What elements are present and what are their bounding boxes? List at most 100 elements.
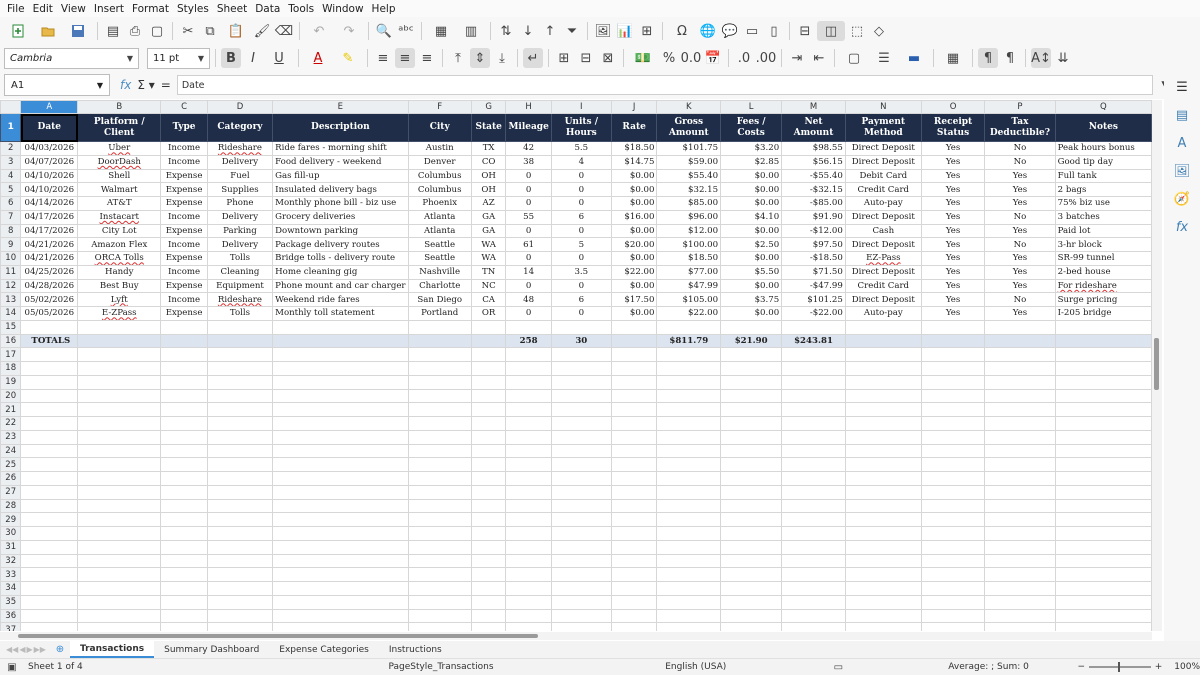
table-cell[interactable]	[610, 471, 658, 486]
table-cell[interactable]: Yes	[984, 251, 1056, 266]
table-cell[interactable]	[77, 567, 162, 582]
table-cell[interactable]	[206, 553, 274, 569]
table-cell[interactable]	[160, 581, 208, 596]
table-cell[interactable]	[505, 608, 552, 624]
table-cell[interactable]: Delivery	[206, 209, 274, 225]
table-cell[interactable]	[984, 374, 1056, 390]
table-cell[interactable]: Yes	[920, 251, 986, 266]
table-cell[interactable]	[550, 526, 612, 541]
table-cell[interactable]	[920, 471, 986, 486]
sheet-tab[interactable]: Summary Dashboard	[154, 641, 269, 658]
table-cell[interactable]: 05/05/2026	[20, 306, 79, 321]
table-cell[interactable]: TX	[470, 141, 507, 156]
table-cell[interactable]	[407, 553, 472, 569]
table-cell[interactable]	[77, 608, 162, 624]
table-cell[interactable]	[781, 622, 846, 631]
table-cell[interactable]	[610, 498, 658, 514]
table-cell[interactable]: $2.50	[720, 237, 783, 252]
table-cell[interactable]	[20, 388, 79, 404]
table-cell[interactable]	[160, 319, 208, 335]
table-cell[interactable]	[781, 347, 846, 362]
totals-cell[interactable]	[920, 333, 986, 349]
gallery-icon[interactable]: 🖼	[1172, 161, 1192, 181]
header-cell[interactable]: Units / Hours	[550, 113, 612, 142]
merge-cells-icon[interactable]: ⊟	[576, 48, 596, 68]
table-cell[interactable]: 04/07/2026	[20, 154, 79, 170]
table-cell[interactable]	[206, 594, 274, 610]
table-cell[interactable]: Bridge tolls - delivery route	[272, 251, 409, 266]
table-cell[interactable]	[272, 567, 409, 582]
table-cell[interactable]: $0.00	[720, 196, 783, 211]
align-left-icon[interactable]: ≡	[373, 48, 393, 68]
header-cell[interactable]: Category	[206, 113, 274, 142]
zoom-level[interactable]: 100%	[1174, 662, 1200, 672]
table-cell[interactable]	[720, 567, 783, 582]
table-cell[interactable]	[77, 388, 162, 404]
table-cell[interactable]: Yes	[920, 306, 986, 321]
header-cell[interactable]: State	[470, 113, 507, 142]
table-cell[interactable]: AZ	[470, 196, 507, 211]
autofilter-icon[interactable]: ⏷	[562, 21, 582, 41]
table-cell[interactable]	[844, 539, 922, 555]
table-cell[interactable]: DoorDash	[77, 154, 162, 170]
sheet-tab[interactable]: Instructions	[379, 641, 452, 658]
header-cell[interactable]: City	[407, 113, 472, 142]
table-cell[interactable]	[470, 429, 507, 445]
table-cell[interactable]	[407, 594, 472, 610]
table-cell[interactable]	[206, 416, 274, 431]
table-cell[interactable]	[160, 471, 208, 486]
table-cell[interactable]	[160, 443, 208, 459]
zoom-slider[interactable]	[1089, 662, 1151, 672]
table-cell[interactable]	[550, 594, 612, 610]
row-header[interactable]: 26	[0, 471, 22, 486]
table-cell[interactable]	[781, 608, 846, 624]
table-cell[interactable]	[77, 553, 162, 569]
merge-center-icon[interactable]: ⊞	[554, 48, 574, 68]
table-cell[interactable]: Delivery	[206, 237, 274, 252]
table-cell[interactable]: 0	[550, 196, 612, 211]
formula-input[interactable]: Date	[176, 75, 1153, 95]
currency-format-icon[interactable]: 💵	[629, 48, 657, 68]
paste-icon[interactable]: 📋	[222, 21, 250, 41]
table-cell[interactable]	[272, 319, 409, 335]
row-header[interactable]: 9	[0, 237, 22, 252]
table-cell[interactable]	[984, 388, 1056, 404]
table-cell[interactable]	[550, 319, 612, 335]
cut-icon[interactable]: ✂	[178, 21, 198, 41]
column-header-c[interactable]: C	[160, 100, 208, 114]
freeze-rows-columns-icon[interactable]: ⊟	[795, 21, 815, 41]
table-cell[interactable]	[20, 608, 79, 624]
table-cell[interactable]	[505, 457, 552, 472]
table-cell[interactable]: Direct Deposit	[844, 141, 922, 156]
table-cell[interactable]	[844, 429, 922, 445]
table-cell[interactable]	[470, 374, 507, 390]
select-all-corner[interactable]	[0, 100, 22, 114]
table-cell[interactable]	[505, 347, 552, 362]
split-window-icon[interactable]: ◫	[817, 21, 845, 41]
table-cell[interactable]	[470, 622, 507, 631]
table-cell[interactable]: Uber	[77, 141, 162, 156]
table-cell[interactable]: Ride fares - morning shift	[272, 141, 409, 156]
table-cell[interactable]	[656, 512, 722, 527]
table-cell[interactable]	[781, 471, 846, 486]
table-cell[interactable]	[550, 429, 612, 445]
table-cell[interactable]	[720, 498, 783, 514]
sort-icon[interactable]: ⇅	[496, 21, 516, 41]
column-header-e[interactable]: E	[272, 100, 409, 114]
table-cell[interactable]	[844, 374, 922, 390]
horizontal-scrollbar[interactable]	[0, 632, 1152, 640]
table-cell[interactable]	[1054, 498, 1152, 514]
table-cell[interactable]	[720, 581, 783, 596]
table-cell[interactable]	[20, 457, 79, 472]
table-cell[interactable]: Expense	[160, 251, 208, 266]
table-cell[interactable]	[781, 581, 846, 596]
table-cell[interactable]: -$55.40	[781, 168, 846, 184]
table-cell[interactable]: Yes	[920, 264, 986, 280]
border-style-icon[interactable]: ☰	[870, 48, 898, 68]
table-cell[interactable]: No	[984, 141, 1056, 156]
table-cell[interactable]	[844, 608, 922, 624]
table-cell[interactable]	[781, 512, 846, 527]
table-cell[interactable]	[844, 402, 922, 417]
table-cell[interactable]	[77, 361, 162, 376]
table-cell[interactable]	[407, 347, 472, 362]
